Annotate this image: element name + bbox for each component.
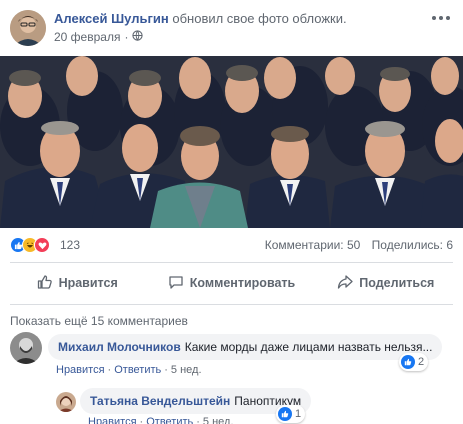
post-header: Алексей Шульгин обновил свое фото обложк… <box>0 0 463 56</box>
divider <box>10 304 453 305</box>
like-button[interactable]: Нравится <box>0 268 154 298</box>
reply-reaction-count: 1 <box>295 408 302 420</box>
comment-bubble-icon <box>168 274 184 293</box>
cover-photo[interactable] <box>0 56 463 228</box>
comment-bubble: Михаил Молочников Какие морды даже лицами… <box>48 334 443 360</box>
more-options-icon[interactable] <box>431 12 451 24</box>
commenter-avatar[interactable] <box>10 332 42 364</box>
post-date-row: 20 февраля · <box>54 30 144 44</box>
love-reaction-icon <box>34 237 50 253</box>
comment-time[interactable]: 5 нед. <box>171 364 202 376</box>
comment-reply-link[interactable]: Ответить <box>114 364 161 376</box>
like-reaction-icon <box>278 407 292 421</box>
reply-meta: Нравится · Ответить · 5 нед. <box>88 416 234 424</box>
author-name-link[interactable]: Алексей Шульгин <box>54 11 169 26</box>
share-button-label: Поделиться <box>359 276 435 290</box>
comment-text: Какие морды даже лицами назвать нельзя..… <box>184 340 433 354</box>
stats-right: Комментарии: 50 Поделились: 6 <box>265 238 453 252</box>
author-avatar[interactable] <box>10 10 46 46</box>
comments-section: Показать ещё 15 комментариев Михаил Моло… <box>0 308 463 424</box>
commenter-name-link[interactable]: Михаил Молочников <box>58 340 181 354</box>
share-arrow-icon <box>337 274 353 293</box>
post-action-text: обновил свое фото обложки. <box>172 11 347 26</box>
reply-reply-link[interactable]: Ответить <box>146 416 193 424</box>
comment-meta: Нравится · Ответить · 5 нед. <box>56 364 202 376</box>
divider <box>10 262 453 263</box>
reply-like-link[interactable]: Нравится <box>88 416 137 424</box>
like-button-label: Нравится <box>58 276 118 290</box>
share-count-link[interactable]: Поделились: 6 <box>372 238 453 252</box>
reaction-count[interactable]: 123 <box>60 238 80 252</box>
reply-reactions[interactable]: 1 <box>276 405 306 423</box>
like-reaction-icon <box>401 355 415 369</box>
comment-reactions[interactable]: 2 <box>399 353 429 371</box>
cover-photo-image <box>0 56 463 228</box>
dot-separator: · <box>124 30 129 44</box>
reply-time[interactable]: 5 нед. <box>203 416 234 424</box>
post-date[interactable]: 20 февраля <box>54 30 120 44</box>
comment-button[interactable]: Комментировать <box>154 268 308 298</box>
author-line: Алексей Шульгин обновил свое фото обложк… <box>54 11 347 26</box>
action-bar: Нравится Комментировать Поделиться <box>0 268 463 298</box>
comment-button-label: Комментировать <box>189 276 296 290</box>
thumbs-up-icon <box>37 274 53 293</box>
comment-like-link[interactable]: Нравится <box>56 364 105 376</box>
show-more-comments-link[interactable]: Показать ещё 15 комментариев <box>10 314 188 328</box>
reaction-icons[interactable] <box>10 237 50 253</box>
globe-icon[interactable] <box>132 30 144 44</box>
comment-count-link[interactable]: Комментарии: 50 <box>265 238 361 252</box>
share-button[interactable]: Поделиться <box>309 268 463 298</box>
reactions-stats-bar: 123 Комментарии: 50 Поделились: 6 <box>0 234 463 254</box>
reply-commenter-name-link[interactable]: Татьяна Вендельштейн <box>90 394 230 408</box>
reply-commenter-avatar[interactable] <box>56 392 76 412</box>
comment-reaction-count: 2 <box>418 356 425 368</box>
